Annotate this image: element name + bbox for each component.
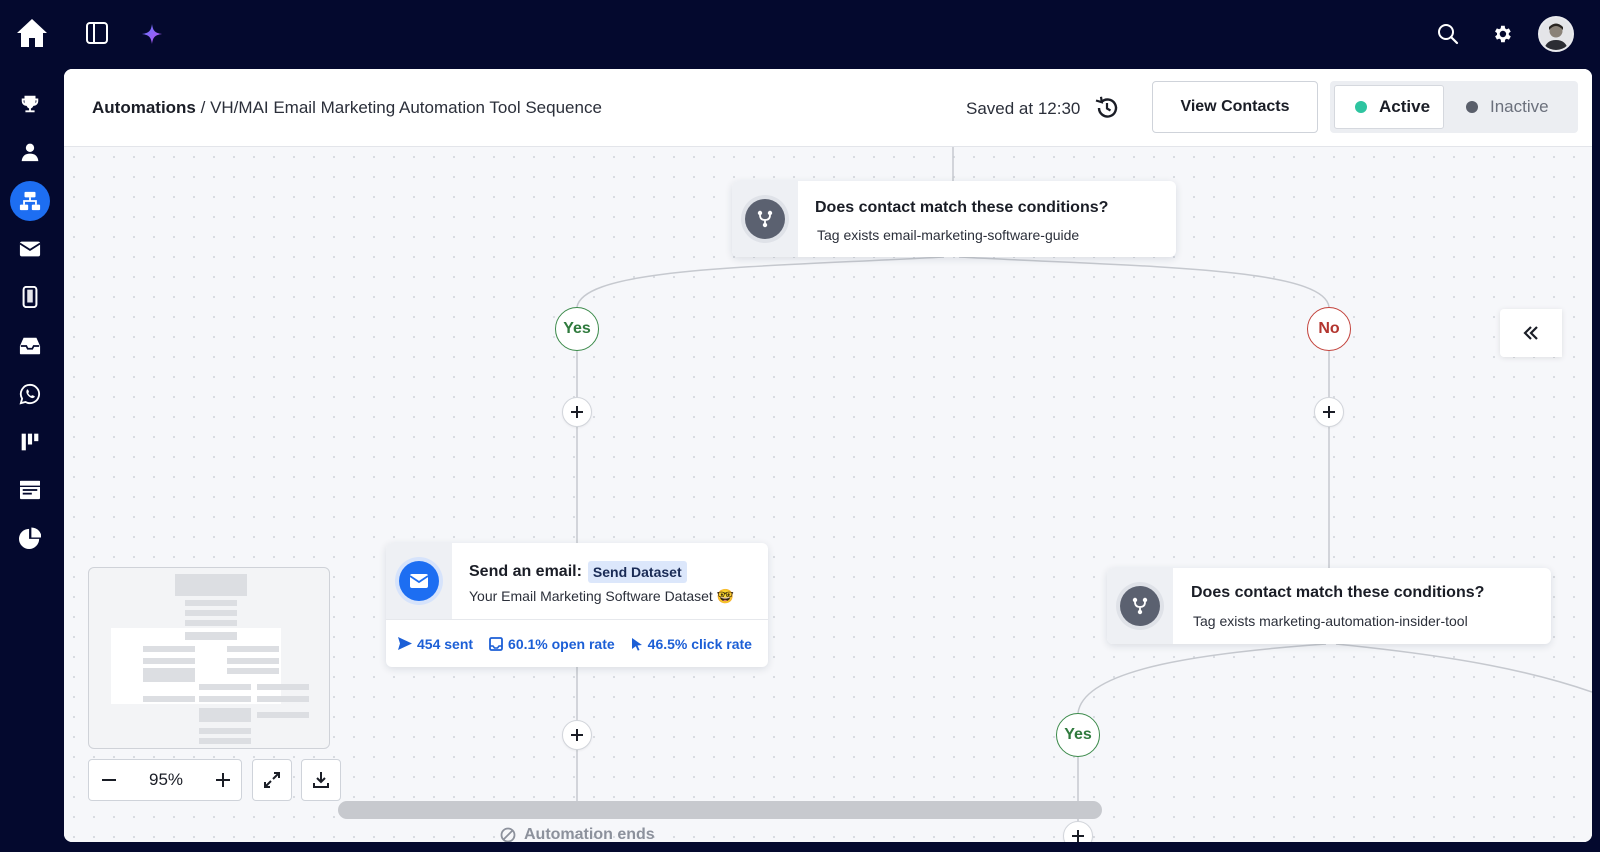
status-inactive-label: Inactive [1490, 97, 1549, 116]
email-stats: 454 sent 60.1% open rate 46.5% click rat… [386, 619, 768, 667]
minus-icon [102, 779, 116, 781]
double-chevron-left-icon [1523, 326, 1538, 340]
search-icon[interactable] [1436, 22, 1460, 46]
condition-subtitle: Tag exists email-marketing-software-guid… [817, 227, 1080, 243]
status-active-button[interactable]: Active [1334, 85, 1444, 129]
email-card-side [386, 543, 452, 619]
zoom-level: 95% [148, 770, 184, 789]
whatsapp-icon[interactable] [10, 374, 50, 414]
send-icon [398, 637, 412, 650]
collapse-panel-button[interactable] [1500, 309, 1562, 357]
status-active-label: Active [1379, 97, 1431, 116]
automation-ends: Automation ends [500, 826, 655, 842]
condition-card[interactable]: Does contact match these conditions? Tag… [732, 181, 1176, 257]
download-button[interactable] [301, 759, 341, 801]
stat-click-rate[interactable]: 46.5% click rate [631, 636, 752, 652]
email-step-title: Send an email: [469, 563, 582, 580]
condition-card-side [1107, 568, 1173, 644]
email-step-icon [399, 561, 439, 601]
landing-page-icon[interactable] [10, 470, 50, 510]
inbox-icon[interactable] [10, 326, 50, 366]
cursor-icon [631, 637, 642, 651]
flow-canvas[interactable]: Does contact match these conditions? Tag… [64, 147, 1592, 842]
home-icon[interactable] [14, 16, 50, 50]
breadcrumb-current: VH/MAI Email Marketing Automation Tool S… [210, 98, 602, 117]
sidebar-toggle-icon[interactable] [84, 20, 110, 46]
stat-open-rate[interactable]: 60.1% open rate [489, 636, 615, 652]
email-title-row: Send an email: Send Dataset [469, 561, 687, 583]
contacts-icon[interactable] [10, 132, 50, 172]
main-panel: Automations / VH/MAI Email Marketing Aut… [64, 69, 1592, 842]
pipeline-icon[interactable] [10, 422, 50, 462]
gear-icon[interactable] [1490, 22, 1514, 46]
download-icon [313, 772, 329, 788]
plus-icon [216, 773, 230, 787]
add-step-button[interactable] [562, 397, 592, 427]
expand-icon [264, 772, 280, 788]
trophy-icon[interactable] [10, 84, 50, 124]
email-icon[interactable] [10, 229, 50, 269]
breadcrumb: Automations / VH/MAI Email Marketing Aut… [92, 98, 602, 118]
view-contacts-button[interactable]: View Contacts [1152, 81, 1318, 133]
zoom-control: 95% [88, 759, 242, 801]
status-inactive-button[interactable]: Inactive [1458, 85, 1574, 129]
condition-card[interactable]: Does contact match these conditions? Tag… [1107, 568, 1551, 644]
condition-card-side [732, 181, 798, 257]
stat-sent[interactable]: 454 sent [398, 636, 473, 652]
fit-view-button[interactable] [252, 759, 292, 801]
open-mail-icon [489, 636, 503, 651]
top-bar [0, 0, 1600, 68]
breadcrumb-root[interactable]: Automations [92, 98, 196, 117]
minimap[interactable] [88, 567, 330, 749]
condition-title: Does contact match these conditions? [1191, 584, 1485, 601]
condition-title: Does contact match these conditions? [815, 199, 1109, 216]
status-toggle: Active Inactive [1330, 81, 1578, 133]
active-dot-icon [1355, 101, 1367, 113]
send-email-card[interactable]: Send an email: Send Dataset Your Email M… [386, 543, 768, 667]
automations-icon[interactable] [10, 181, 50, 221]
avatar[interactable] [1538, 16, 1574, 52]
branch-icon [1120, 586, 1160, 626]
email-subtitle: Your Email Marketing Software Dataset 🤓 [469, 588, 735, 604]
saved-status: Saved at 12:30 [966, 99, 1081, 118]
inactive-dot-icon [1466, 101, 1478, 113]
history-icon[interactable] [1094, 95, 1120, 126]
zoom-out-button[interactable] [89, 760, 129, 800]
branch-no[interactable]: No [1307, 307, 1351, 351]
branch-icon [745, 199, 785, 239]
email-dataset-tag: Send Dataset [587, 561, 687, 583]
branch-yes[interactable]: Yes [1056, 713, 1100, 757]
condition-subtitle: Tag exists marketing-automation-insider-… [1193, 613, 1468, 629]
add-step-button[interactable] [562, 720, 592, 750]
page-header: Automations / VH/MAI Email Marketing Aut… [64, 69, 1592, 147]
branch-yes[interactable]: Yes [555, 307, 599, 351]
horizontal-scrollbar[interactable] [338, 801, 1102, 819]
breadcrumb-separator: / [195, 98, 211, 117]
reports-icon[interactable] [10, 518, 50, 558]
sparkle-icon[interactable] [140, 22, 164, 46]
mobile-icon[interactable] [10, 277, 50, 317]
add-step-button[interactable] [1314, 397, 1344, 427]
zoom-in-button[interactable] [203, 760, 243, 800]
block-icon [500, 827, 516, 842]
